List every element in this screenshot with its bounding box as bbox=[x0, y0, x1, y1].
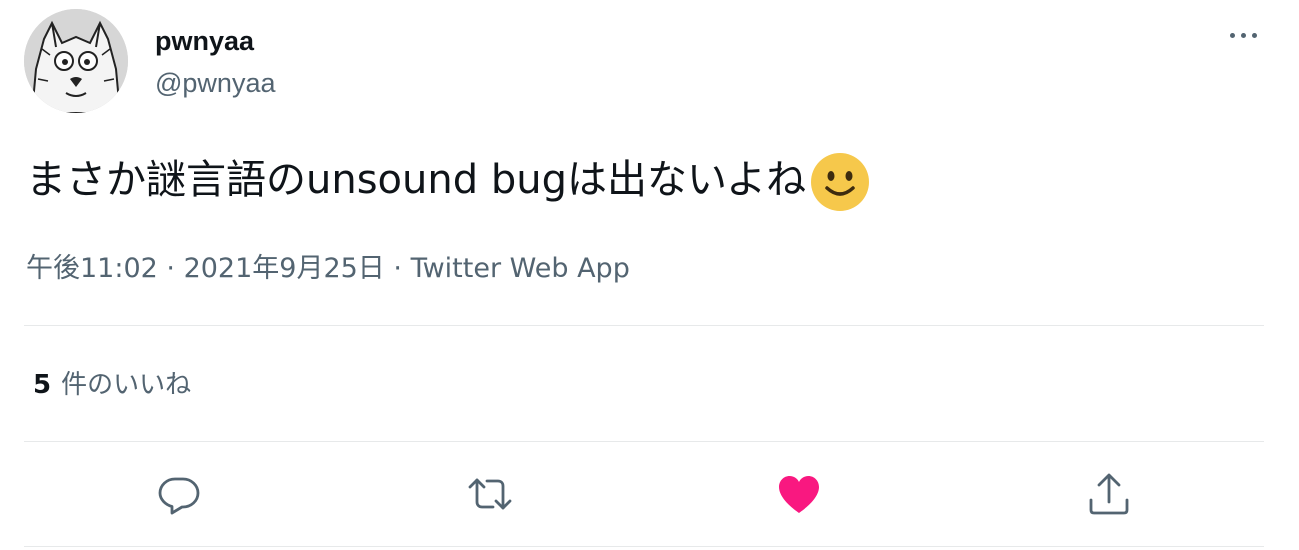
divider bbox=[24, 325, 1264, 326]
tweet-text: まさか謎言語のunsound bugは出ないよね bbox=[26, 150, 870, 212]
like-button[interactable] bbox=[775, 470, 823, 518]
likes-count: 5 bbox=[33, 370, 52, 400]
share-button[interactable] bbox=[1085, 470, 1133, 518]
reply-button[interactable] bbox=[155, 470, 203, 518]
user-handle[interactable]: @pwnyaa bbox=[155, 66, 275, 100]
tweet-date: 2021年9月25日 bbox=[183, 253, 385, 284]
reply-icon bbox=[158, 477, 200, 515]
tweet-body: まさか謎言語のunsound bugは出ないよね bbox=[26, 157, 807, 203]
divider bbox=[24, 546, 1264, 547]
retweet-icon bbox=[468, 478, 512, 510]
slightly-smiling-face-icon bbox=[811, 153, 870, 211]
more-options-icon[interactable] bbox=[1224, 20, 1264, 52]
tweet-source-link[interactable]: Twitter Web App bbox=[411, 253, 630, 284]
tweet-time: 午後11:02 bbox=[26, 253, 158, 284]
heart-icon bbox=[779, 476, 819, 513]
display-name[interactable]: pwnyaa bbox=[155, 24, 254, 58]
tweet-time-link[interactable]: 午後11:02 · 2021年9月25日 bbox=[26, 253, 385, 284]
likes-stat[interactable]: 5 件のいいね bbox=[33, 367, 191, 403]
meta-separator: · bbox=[157, 253, 184, 284]
tweet-meta: 午後11:02 · 2021年9月25日 · Twitter Web App bbox=[26, 251, 630, 287]
meta-separator: · bbox=[384, 253, 411, 284]
retweet-button[interactable] bbox=[466, 470, 514, 518]
share-icon bbox=[1089, 473, 1129, 515]
avatar-illustration bbox=[24, 9, 128, 113]
likes-label: 件のいいね bbox=[61, 370, 192, 400]
avatar[interactable] bbox=[24, 9, 128, 113]
divider bbox=[24, 441, 1264, 442]
